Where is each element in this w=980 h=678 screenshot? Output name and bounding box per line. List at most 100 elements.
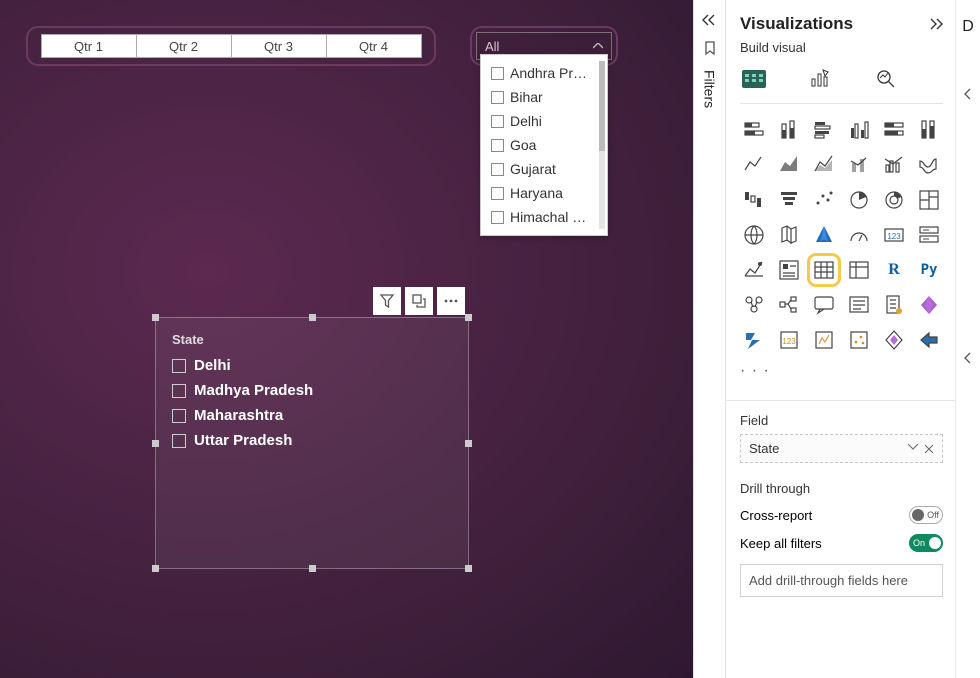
bookmark-icon[interactable] [703,40,717,56]
checkbox-icon[interactable] [172,409,186,423]
more-options-icon[interactable] [437,287,465,315]
dropdown-item[interactable]: Gujarat [485,157,603,181]
focus-mode-icon[interactable] [405,287,433,315]
clustered-column-icon[interactable] [845,116,873,144]
scatter-icon[interactable] [810,186,838,214]
chevron-left-icon[interactable] [964,352,972,364]
slicer-item[interactable]: Delhi [172,353,452,378]
funnel-icon[interactable] [775,186,803,214]
resize-handle[interactable] [309,565,316,572]
quarter-option[interactable]: Qtr 1 [41,34,137,58]
line-stacked-icon[interactable] [845,151,873,179]
quarter-option[interactable]: Qtr 3 [231,34,327,58]
map-icon[interactable] [740,221,768,249]
dropdown-item[interactable]: Himachal … [485,205,603,229]
treemap-icon[interactable] [915,186,943,214]
checkbox-icon[interactable] [491,115,504,128]
slicer-item[interactable]: Uttar Pradesh [172,428,452,453]
resize-handle[interactable] [465,565,472,572]
drill-through-dropzone[interactable]: Add drill-through fields here [740,564,943,597]
keep-filters-toggle[interactable]: On [909,534,943,552]
stacked-column-icon[interactable] [775,116,803,144]
slicer-icon[interactable] [775,256,803,284]
report-canvas[interactable]: Qtr 1 Qtr 2 Qtr 3 Qtr 4 All Andhra Pr… B… [0,0,693,678]
quarter-slicer[interactable]: Qtr 1 Qtr 2 Qtr 3 Qtr 4 [26,26,436,66]
ai2-icon[interactable] [810,326,838,354]
pie-icon[interactable] [845,186,873,214]
azure-map-icon[interactable] [810,221,838,249]
area-icon[interactable] [775,151,803,179]
checkbox-icon[interactable] [491,67,504,80]
paginated-icon[interactable] [880,291,908,319]
checkbox-icon[interactable] [172,384,186,398]
resize-handle[interactable] [465,314,472,321]
resize-handle[interactable] [152,314,159,321]
ai1-icon[interactable]: 123 [775,326,803,354]
dropdown-item[interactable]: Delhi [485,109,603,133]
dropdown-item[interactable]: Andhra Pr… [485,61,603,85]
collapse-pane-icon[interactable] [927,18,943,30]
100-column-icon[interactable] [915,116,943,144]
checkbox-icon[interactable] [491,139,504,152]
cross-report-toggle[interactable]: Off [909,506,943,524]
ai3-icon[interactable] [845,326,873,354]
power-apps-icon[interactable] [915,291,943,319]
q-a-icon[interactable] [810,291,838,319]
stacked-area-icon[interactable] [810,151,838,179]
checkbox-icon[interactable] [491,211,504,224]
donut-icon[interactable] [880,186,908,214]
py-visual-icon[interactable]: Py [915,256,943,284]
kpi-icon[interactable] [740,256,768,284]
chevron-down-icon[interactable] [908,444,918,454]
100-bar-icon[interactable] [880,116,908,144]
more-visuals-button[interactable]: · · · [740,362,943,384]
field-well[interactable]: State [740,434,943,463]
smart-narrative-icon[interactable] [845,291,873,319]
ribbon-icon[interactable] [915,151,943,179]
quarter-option[interactable]: Qtr 4 [326,34,422,58]
analytics-tab[interactable] [872,65,900,93]
slicer-item[interactable]: Maharashtra [172,403,452,428]
gauge-icon[interactable] [845,221,873,249]
checkbox-icon[interactable] [491,91,504,104]
card-icon[interactable]: 123 [880,221,908,249]
line-icon[interactable] [740,151,768,179]
dropdown-item[interactable]: Goa [485,133,603,157]
table-icon[interactable] [810,256,838,284]
checkbox-icon[interactable] [172,359,186,373]
state-slicer-visual[interactable]: State Delhi Madhya Pradesh Maharashtra U… [155,317,469,569]
data-pane-collapsed[interactable]: D [955,0,980,678]
decomposition-icon[interactable] [775,291,803,319]
dropdown-item[interactable]: Haryana [485,181,603,205]
resize-handle[interactable] [152,565,159,572]
build-visual-tab[interactable] [740,65,768,93]
arrow-icon[interactable] [915,326,943,354]
dropdown-list[interactable]: Andhra Pr… Bihar Delhi Goa Gujarat Harya… [480,54,608,236]
multi-row-icon[interactable] [915,221,943,249]
resize-handle[interactable] [152,440,159,447]
resize-handle[interactable] [465,440,472,447]
waterfall-icon[interactable] [740,186,768,214]
filled-map-icon[interactable] [775,221,803,249]
format-visual-tab[interactable] [806,65,834,93]
line-clustered-icon[interactable] [880,151,908,179]
expand-filters-icon[interactable] [702,14,718,26]
key-influencers-icon[interactable] [740,291,768,319]
ai4-icon[interactable] [880,326,908,354]
dropdown-item[interactable]: Bihar [485,85,603,109]
checkbox-icon[interactable] [172,434,186,448]
filters-pane-collapsed[interactable]: Filters [693,0,725,678]
matrix-icon[interactable] [845,256,873,284]
clustered-bar-icon[interactable] [810,116,838,144]
r-visual-icon[interactable]: R [880,256,908,284]
resize-handle[interactable] [309,314,316,321]
slicer-item[interactable]: Madhya Pradesh [172,378,452,403]
stacked-bar-icon[interactable] [740,116,768,144]
checkbox-icon[interactable] [491,163,504,176]
chevron-left-icon[interactable] [964,88,972,100]
checkbox-icon[interactable] [491,187,504,200]
remove-field-icon[interactable] [924,444,934,454]
filter-icon[interactable] [373,287,401,315]
power-automate-icon[interactable] [740,326,768,354]
scrollbar[interactable] [599,61,605,229]
